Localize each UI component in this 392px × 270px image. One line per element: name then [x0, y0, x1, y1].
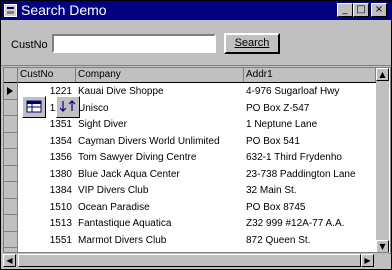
search-toolbar: CustNo Search [1, 20, 391, 66]
cell-custno[interactable]: 1384 [18, 183, 74, 199]
table-row[interactable]: 1551 Marmot Divers Club 872 Queen St. [18, 233, 376, 250]
cell-custno[interactable]: 1510 [18, 200, 74, 216]
cell-company[interactable]: Unisco [78, 101, 244, 117]
cell-company[interactable]: Kauai Dive Shoppe [78, 84, 244, 100]
cell-custno[interactable]: 1354 [18, 134, 74, 150]
cell-addr1[interactable]: 4-976 Sugarloaf Hwy [246, 84, 376, 100]
indicator-header [4, 68, 17, 83]
grid-header: CustNo Company Addr1 [18, 68, 376, 83]
cell-company[interactable]: Cayman Divers World Unlimited [78, 134, 244, 150]
custno-search-input[interactable] [52, 34, 216, 53]
search-button[interactable]: Search [224, 33, 280, 54]
table-row[interactable]: 1351 Sight Diver 1 Neptune Lane [18, 117, 376, 134]
cell-addr1[interactable]: 632-1 Third Frydenho [246, 150, 376, 166]
cell-company[interactable]: Marmot Divers Club [78, 233, 244, 249]
row-indicator[interactable] [4, 199, 17, 215]
cell-addr1[interactable]: 1 Neptune Lane [246, 117, 376, 133]
table-row[interactable]: 1510 Ocean Paradise PO Box 8745 [18, 200, 376, 217]
close-button[interactable]: × [371, 3, 387, 17]
cell-addr1[interactable]: 872 Queen St. [246, 233, 376, 249]
cell-company[interactable]: Sight Diver [78, 117, 244, 133]
row-indicator[interactable] [4, 100, 17, 116]
vertical-scrollbar[interactable]: ▲ ▼ [376, 68, 389, 253]
row-indicator[interactable] [4, 133, 17, 149]
cell-company[interactable]: Blue Jack Aqua Center [78, 167, 244, 183]
cell-custno[interactable]: 1380 [18, 167, 74, 183]
maximize-button[interactable]: □ [353, 3, 369, 17]
minimize-button[interactable]: _ [337, 3, 353, 17]
title-bar[interactable]: Search Demo _ □ × [1, 1, 391, 20]
column-header-company[interactable]: Company [76, 68, 244, 82]
horizontal-scroll-thumb[interactable] [18, 254, 361, 267]
app-icon[interactable] [4, 4, 17, 17]
current-row-pointer-icon [7, 87, 13, 95]
window-title: Search Demo [21, 2, 107, 18]
grid-icon[interactable] [22, 96, 46, 118]
row-indicator[interactable] [4, 149, 17, 166]
column-header-custno[interactable]: CustNo [18, 68, 76, 82]
table-row[interactable]: 1380 Blue Jack Aqua Center 23-738 Paddingt… [18, 167, 376, 184]
row-indicator[interactable] [4, 215, 17, 232]
cell-custno[interactable]: 1351 [18, 117, 74, 133]
row-indicator[interactable] [4, 232, 17, 248]
cell-company[interactable]: Fantastique Aquatica [78, 216, 244, 232]
cell-addr1[interactable]: Z32 999 #12A-77 A.A. [246, 216, 376, 232]
cell-addr1[interactable]: PO Box 541 [246, 134, 376, 150]
row-indicator-column [4, 68, 18, 253]
cell-addr1[interactable]: PO Box Z-547 [246, 101, 376, 117]
cell-company[interactable]: Ocean Paradise [78, 200, 244, 216]
cell-custno[interactable]: 1513 [18, 216, 74, 232]
scroll-right-icon[interactable]: ▶ [361, 254, 374, 267]
cell-custno[interactable]: 1551 [18, 233, 74, 249]
row-indicator[interactable] [4, 83, 17, 100]
horizontal-scrollbar[interactable]: ◀ ▶ [3, 252, 389, 268]
sort-icon[interactable] [56, 96, 80, 118]
cell-company[interactable]: Tom Sawyer Diving Centre [78, 150, 244, 166]
table-row[interactable]: 1384 VIP Divers Club 32 Main St. [18, 183, 376, 200]
table-row[interactable]: 1356 Tom Sawyer Diving Centre 632-1 Third … [18, 150, 376, 167]
row-indicator[interactable] [4, 182, 17, 199]
table-row[interactable]: 1513 Fantastique Aquatica Z32 999 #12A-77 … [18, 216, 376, 233]
cell-custno[interactable]: 1356 [18, 150, 74, 166]
custno-label: CustNo [11, 39, 48, 51]
cell-company[interactable]: VIP Divers Club [78, 183, 244, 199]
cell-addr1[interactable]: 32 Main St. [246, 183, 376, 199]
cell-addr1[interactable]: PO Box 8745 [246, 200, 376, 216]
row-indicator[interactable] [4, 166, 17, 182]
search-demo-window: Search Demo _ □ × CustNo Search CustNo C… [0, 0, 392, 270]
table-row[interactable]: 1354 Cayman Divers World Unlimited PO Box … [18, 134, 376, 151]
scroll-up-icon[interactable]: ▲ [376, 68, 389, 81]
row-indicator[interactable] [4, 116, 17, 133]
column-header-addr1[interactable]: Addr1 [244, 68, 376, 82]
cell-addr1[interactable]: 23-738 Paddington Lane [246, 167, 376, 183]
scroll-left-icon[interactable]: ◀ [3, 254, 16, 267]
